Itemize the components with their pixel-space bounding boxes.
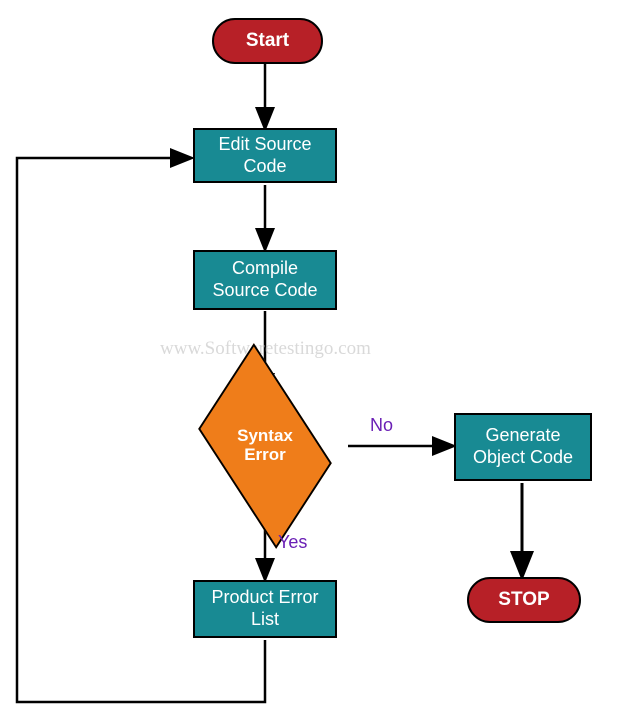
flowchart-canvas: Start Edit Source Code Compile Source Co… — [0, 0, 621, 725]
edge-label-yes: Yes — [278, 532, 307, 553]
decision-syntax-error: Syntax Error — [195, 396, 335, 496]
process-edit-source: Edit Source Code — [193, 128, 337, 183]
edit-line1: Edit Source — [218, 134, 311, 156]
compile-line1: Compile — [212, 258, 317, 280]
syntax-line2: Error — [237, 446, 293, 465]
product-line1: Product Error — [211, 587, 318, 609]
generate-line2: Object Code — [473, 447, 573, 469]
process-product-error-list: Product Error List — [193, 580, 337, 638]
generate-line1: Generate — [473, 425, 573, 447]
watermark-text: www.Softwaretestingo.com — [160, 338, 371, 360]
stop-node: STOP — [467, 577, 581, 623]
compile-line2: Source Code — [212, 280, 317, 302]
stop-label: STOP — [498, 589, 549, 611]
product-line2: List — [211, 609, 318, 631]
edge-label-no: No — [370, 415, 393, 436]
edit-line2: Code — [218, 156, 311, 178]
process-compile-source: Compile Source Code — [193, 250, 337, 310]
syntax-line1: Syntax — [237, 427, 293, 446]
process-generate-object-code: Generate Object Code — [454, 413, 592, 481]
start-node: Start — [212, 18, 323, 64]
start-label: Start — [246, 30, 289, 52]
